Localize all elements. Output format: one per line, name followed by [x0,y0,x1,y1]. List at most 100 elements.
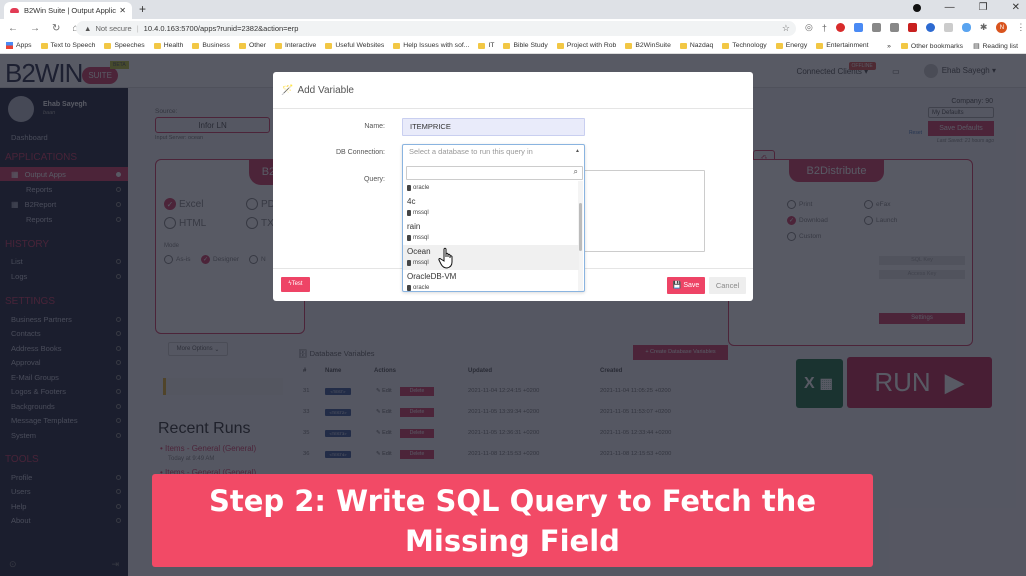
browser-tab[interactable]: B2Win Suite | Output Application ✕ [4,2,132,19]
reload-icon[interactable]: ↻ [52,23,60,34]
db-connection-dropdown[interactable]: Select a database to run this query in ▲… [402,144,585,292]
bookmark-item[interactable]: Text to Speech [40,42,95,49]
forward-icon[interactable]: → [30,23,40,34]
variable-name-input[interactable]: ITEMPRICE [402,118,585,136]
folder-icon [274,42,282,49]
folder-icon [900,43,908,49]
address-bar-row: ← → ↻ ⌂ ▲ Not secure | 10.4.0.163:5700/a… [0,19,1026,38]
modal-title: Add Variable [297,84,354,96]
browser-menu-icon[interactable]: ⋮ [1016,22,1025,33]
profile-avatar[interactable]: N [996,22,1008,33]
bookmark-item[interactable]: Health [153,42,183,49]
folder-icon [556,42,564,49]
modal-header: 🪄 Add Variable [273,72,753,109]
folder-icon [192,42,200,49]
db-option[interactable]: rain mssql [403,220,579,245]
close-window-icon[interactable]: ✕ [1012,2,1020,13]
bookmark-item[interactable]: Other [238,42,266,49]
folder-icon [816,42,824,49]
database-icon [407,285,411,291]
security-label: Not secure [95,24,132,33]
save-button[interactable]: 💾 Save [667,277,705,294]
step-banner: Step 2: Write SQL Query to Fetch the Mis… [152,474,873,567]
db-connection-label: DB Connection: [335,149,385,156]
caret-up-icon: ▲ [575,148,580,154]
folder-icon [104,42,112,49]
bookmark-item[interactable]: Interactive [274,42,316,49]
cancel-button[interactable]: Cancel [709,277,746,294]
hand-cursor-icon [438,247,453,269]
extension-screen-icon[interactable] [889,23,899,32]
bookmark-item[interactable]: Bible Study [503,42,548,49]
extension-user-icon[interactable] [853,23,863,32]
back-icon[interactable]: ← [8,23,18,34]
db-option[interactable]: oracle [403,181,579,195]
omnibox[interactable]: ▲ Not secure | 10.4.0.163:5700/apps?runi… [76,21,796,36]
bookmark-item[interactable]: Help Issues with sof... [393,42,469,49]
apps-grid-icon [6,42,13,49]
acrobat-extension-icon[interactable] [907,23,917,32]
name-label: Name: [364,123,385,130]
dropdown-search-input[interactable]: ⌕ [406,166,583,180]
folder-icon [393,42,401,49]
banner-line-2: Missing Field [405,524,620,558]
new-tab-button[interactable]: + [139,2,146,16]
folder-icon [153,42,161,49]
folder-icon [722,42,730,49]
db-option-hovered[interactable]: Ocean mssql [403,245,579,270]
folder-icon [679,42,687,49]
minimize-icon[interactable]: — [945,2,955,13]
db-option[interactable]: OracleDB-VM oracle [403,270,579,291]
database-icon [407,260,411,266]
folder-icon [478,42,486,49]
close-tab-icon[interactable]: ✕ [119,6,126,15]
reading-list[interactable]: ▤ Reading list [973,42,1018,51]
bookmark-item[interactable]: Business [192,42,230,49]
restore-icon[interactable]: ❐ [979,2,988,13]
warning-icon: ▲ [84,24,92,33]
bookmarks-more-button[interactable]: » [887,43,891,50]
extension-drop-icon[interactable] [925,23,935,32]
opera-extension-icon[interactable] [835,23,845,32]
extension-cloud-icon[interactable] [961,23,971,32]
folder-icon [503,42,511,49]
query-label: Query: [363,176,385,183]
db-connection-placeholder: Select a database to run this query in [409,147,533,156]
bookmark-item[interactable]: Energy [775,42,807,49]
tab-title: B2Win Suite | Output Application [24,6,116,15]
folder-icon [625,42,633,49]
banner-line-1: Step 2: Write SQL Query to Fetch the [208,484,817,518]
extension-pin-icon[interactable]: † [822,23,827,33]
bookmark-item[interactable]: Useful Websites [325,42,384,49]
folder-icon [775,42,783,49]
extensions-bar: ◎ † ✱ N ⋮ [805,22,1025,33]
bookmark-star-icon[interactable]: ☆ [782,23,790,34]
test-button[interactable]: ϟTest [281,277,310,292]
dropdown-scrollbar-thumb[interactable] [579,203,582,251]
url-text: 10.4.0.163:5700/apps?runid=2382&action=e… [143,24,299,33]
bookmark-item[interactable]: Project with Rob [556,42,616,49]
bookmark-item[interactable]: Nazdaq [679,42,713,49]
database-icon [407,185,411,191]
extension-text-icon[interactable] [871,23,881,32]
magic-wand-icon: 🪄 [281,84,294,96]
extension-box-icon[interactable] [943,23,953,32]
bookmark-item[interactable]: Entertainment [816,42,869,49]
folder-icon [325,42,333,49]
query-textarea[interactable] [584,170,705,252]
db-option[interactable]: 4c mssql [403,195,579,220]
floppy-icon: 💾 [672,282,682,289]
bookmark-item[interactable]: Speeches [104,42,145,49]
other-bookmarks[interactable]: Other bookmarks [900,43,963,50]
bookmarks-bar: Apps Text to Speech Speeches Health Busi… [0,38,1026,54]
bookmark-item[interactable]: IT [478,42,494,49]
extension-circle-icon[interactable]: ◎ [805,22,813,33]
record-icon[interactable] [912,3,921,12]
bookmark-apps[interactable]: Apps [6,42,32,49]
extensions-puzzle-icon[interactable]: ✱ [980,22,988,33]
database-icon [407,210,411,216]
folder-icon [40,42,48,49]
search-icon: ⌕ [573,167,578,176]
bookmark-item[interactable]: Technology [722,42,767,49]
bookmark-item[interactable]: B2WinSuite [625,42,671,49]
